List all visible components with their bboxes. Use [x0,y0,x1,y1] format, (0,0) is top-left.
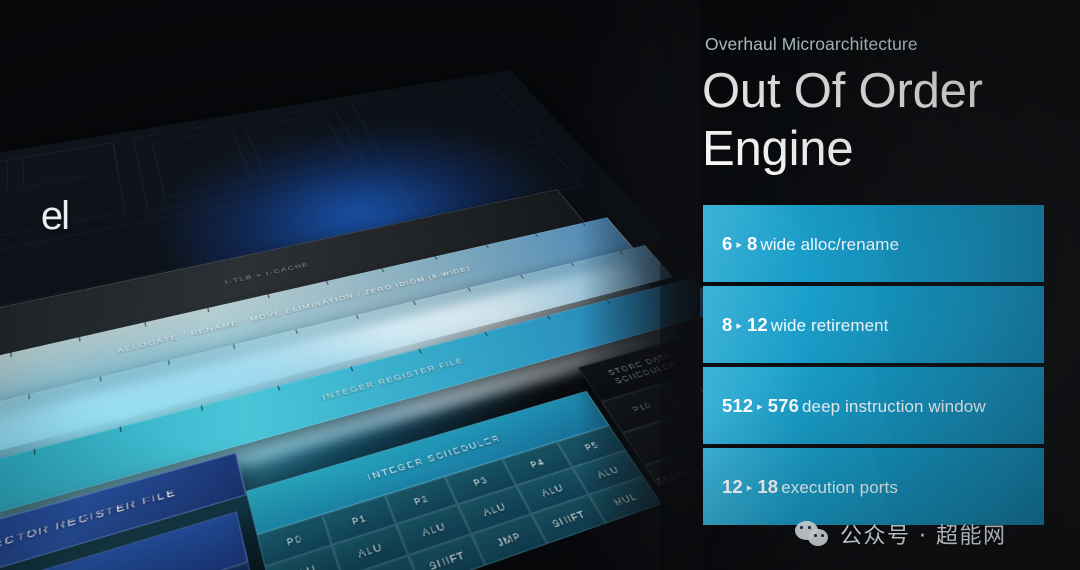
integer-unit-label: ALU [420,520,448,539]
feature-box: 12 ▸ 18 execution ports [703,448,1044,525]
title-line-2: Engine [702,122,854,176]
arrow-right-icon: ▸ [746,481,753,494]
arrow-right-icon: ▸ [757,400,763,413]
feature-text: 12 ▸ 18 execution ports [703,476,898,498]
feature-box-list: 6 ▸ 8 wide alloc/rename 8 ▸ 12 wide retirement 5… [703,205,1044,529]
page-title: Out Of Order Engine [702,62,1072,178]
feature-box: 512 ▸ 576 deep instruction window [703,367,1044,444]
feature-from: 8 [722,313,733,335]
feature-box: 8 ▸ 12 wide retirement [703,286,1044,363]
wechat-icon [795,521,831,547]
slide-canvas: I-TLB + I-CACHE ALLOCATE / RENAME / MOVE… [0,0,1080,570]
arrow-right-icon: ▸ [736,319,743,332]
integer-port-label: P0 [285,532,304,548]
feature-label: wide retirement [770,315,889,335]
feature-text: 6 ▸ 8 wide alloc/rename [703,233,899,255]
watermark: 公众号 · 超能网 [795,518,1006,550]
feature-to: 8 [747,232,758,254]
feature-text: 512 ▸ 576 deep instruction window [703,395,986,417]
watermark-text: 公众号 · 超能网 [840,524,1007,549]
feature-label: execution ports [781,477,898,497]
feature-from: 6 [722,232,733,254]
feature-to: 18 [757,475,779,497]
feature-to: 576 [767,394,799,416]
arrow-right-icon: ▸ [736,238,743,251]
feature-from: 12 [722,475,743,497]
feature-text: 8 ▸ 12 wide retirement [703,314,889,336]
eyebrow-text: Overhaul Microarchitecture [705,34,918,54]
intel-logo: el [40,193,70,238]
feature-label: wide alloc/rename [760,234,900,254]
title-line-1: Out Of Order [702,64,983,118]
integer-unit2-label: JMP [495,530,524,549]
feature-from: 512 [722,394,754,416]
feature-to: 12 [747,313,768,335]
integer-port-label: P1 [350,512,369,527]
feature-box: 6 ▸ 8 wide alloc/rename [703,205,1044,282]
feature-label: deep instruction window [801,396,986,416]
integer-unit2-label: SHIFT [427,549,467,570]
